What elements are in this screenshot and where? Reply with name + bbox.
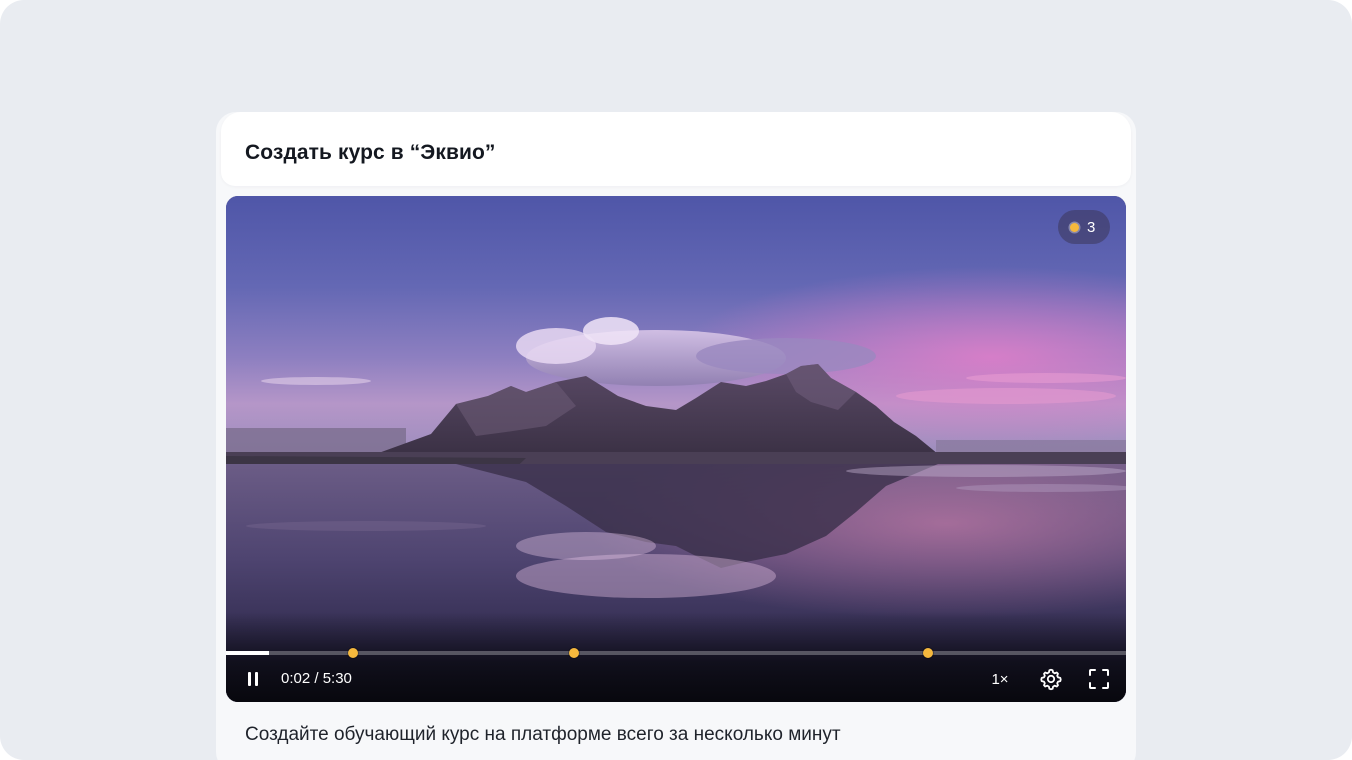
markers-count-badge[interactable]: 3 <box>1058 210 1110 244</box>
progress-played <box>226 651 270 655</box>
pause-icon <box>248 672 258 686</box>
markers-count: 3 <box>1087 218 1096 236</box>
settings-button[interactable] <box>1038 662 1064 696</box>
course-description: Создайте обучающий курс на платформе все… <box>245 724 841 745</box>
page-background: Создать курс в “Эквио” 3 0:02 / 5:30 1× … <box>0 0 1352 760</box>
gear-icon <box>1040 668 1062 691</box>
fullscreen-button[interactable] <box>1086 662 1112 696</box>
card-title: Создать курс в “Эквио” <box>245 141 496 164</box>
chapter-marker-3[interactable] <box>923 648 933 658</box>
fullscreen-icon <box>1089 669 1109 689</box>
course-card: Создать курс в “Эквио” 3 0:02 / 5:30 1× … <box>216 112 1136 760</box>
video-player[interactable]: 3 0:02 / 5:30 1× <box>226 196 1126 702</box>
controls-bar: 0:02 / 5:30 1× <box>226 662 1126 696</box>
chapter-marker-1[interactable] <box>347 648 358 658</box>
marker-dot-icon <box>1070 222 1079 232</box>
time-display: 0:02 / 5:30 <box>281 670 352 687</box>
playback-speed-button[interactable]: 1× <box>986 662 1014 696</box>
progress-bar[interactable] <box>226 648 1126 658</box>
pause-button[interactable] <box>240 662 266 696</box>
card-header: Создать курс в “Эквио” <box>221 112 1131 186</box>
